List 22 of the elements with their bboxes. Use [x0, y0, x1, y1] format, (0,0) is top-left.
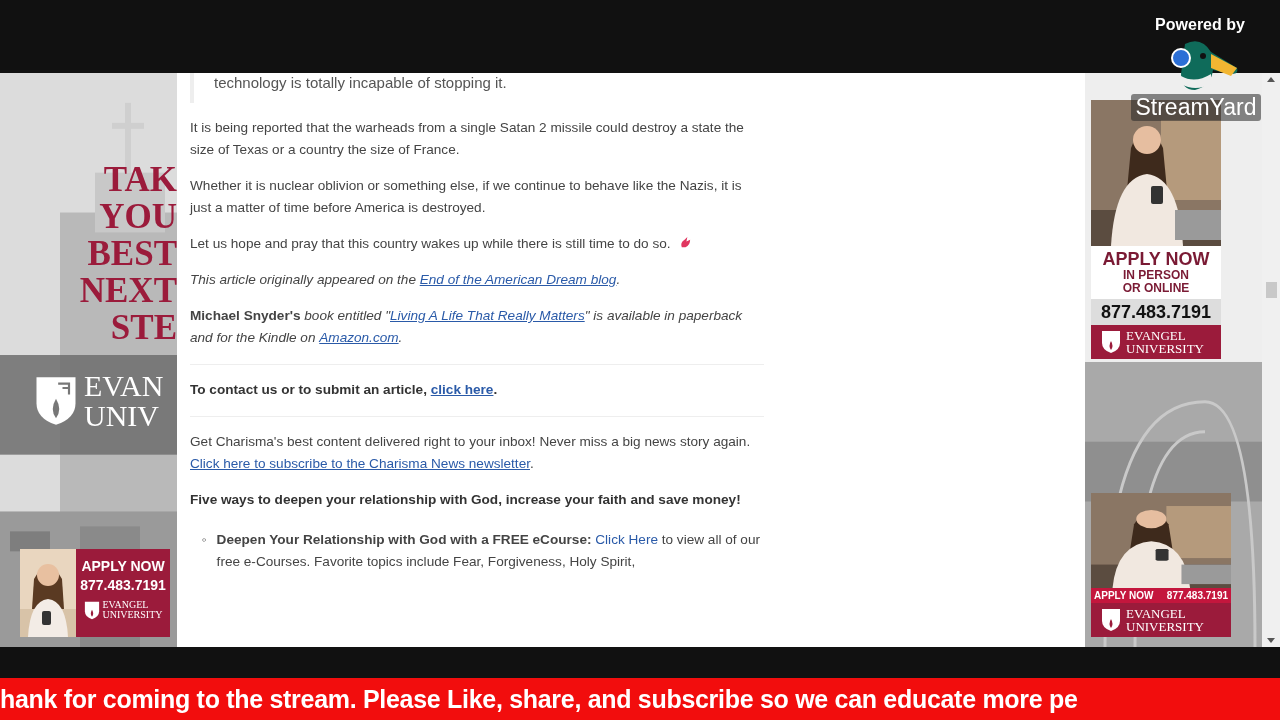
scroll-down-icon[interactable] [1267, 638, 1275, 643]
text-link[interactable]: Click Here [595, 532, 658, 547]
paragraph: To contact us or to submit an article, click here. [190, 381, 499, 399]
bullet-marker: ◦ [202, 531, 207, 549]
paragraph: Get Charisma's best content delivered right to your inbox! Never miss a big news story again. Click here to subscribe to the Charisma News newsletter. [190, 433, 752, 473]
list-item: Deepen Your Relationship with God with a FREE eCourse: Click Here to view all of our free e-Courses. Favorite topics include Fear, Forgiveness, Holy Spirit, [216, 531, 761, 571]
text-link[interactable]: click here [430, 382, 494, 397]
paragraph: Let us hope and pray that this country wakes up while there is still time to do so. [190, 233, 764, 255]
powered-by-label: Powered by [1155, 16, 1245, 34]
news-ticker: hank for coming to the stream. Please Like, share, and subscribe so we can educate more pe [0, 678, 1280, 720]
paragraph: This article originally appeared on the End of the American Dream blog. [190, 271, 622, 289]
scroll-up-icon[interactable] [1267, 77, 1275, 82]
text-link[interactable]: Living A Life That Really Matters [390, 308, 585, 323]
scrollbar[interactable] [1262, 73, 1280, 647]
scrollbar-thumb[interactable] [1265, 282, 1277, 298]
paragraph: Five ways to deepen your relationship with God, increase your faith and save money! [190, 491, 742, 509]
paragraph: It is being reported that the warheads from a single Satan 2 missile could destroy a state the size of Texas or a country the size of France. [190, 119, 745, 159]
paragraph: Michael Snyder's book entitled "Living A Life That Really Matters" is available in paperback and for the Kindle on Amazon.com. [190, 307, 744, 347]
text-link[interactable]: Click here to subscribe to the Charisma News newsletter [190, 456, 530, 471]
text-link[interactable]: Amazon.com [319, 330, 399, 345]
block-quote: technology is totally incapable of stopping it. [190, 73, 764, 103]
paragraph: Whether it is nuclear oblivion or something else, if we continue to behave like the Nazis, it is just a matter of time before America is destroyed. [190, 177, 743, 217]
